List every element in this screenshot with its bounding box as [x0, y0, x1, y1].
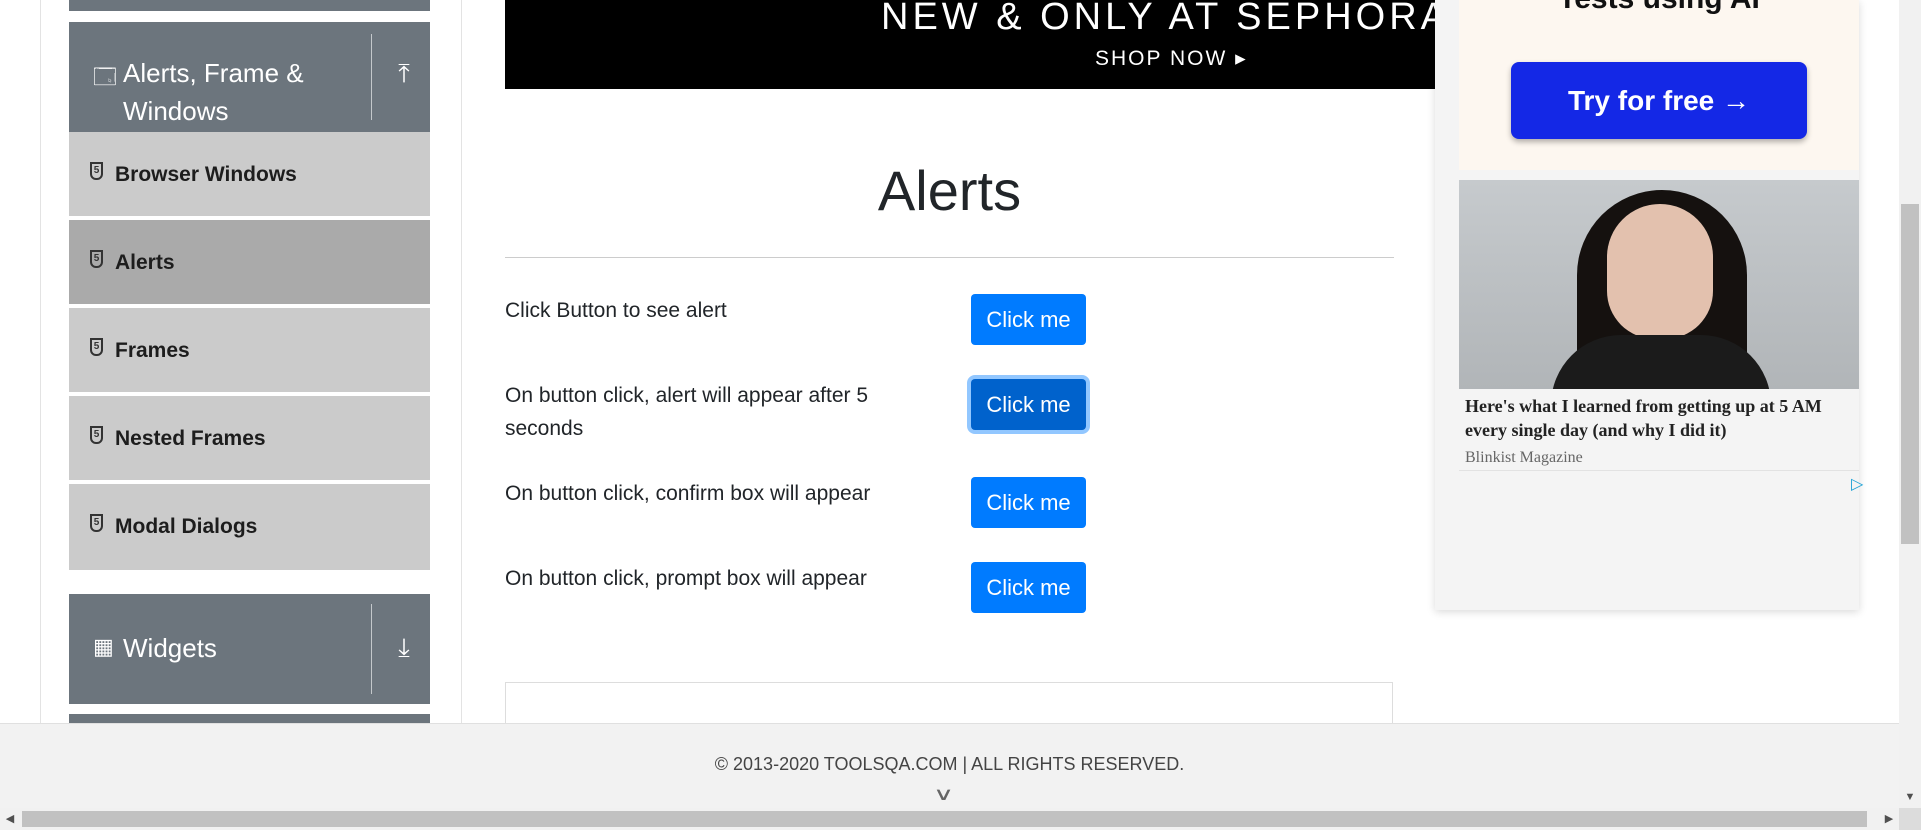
- group-label-line1: Alerts, Frame &: [123, 58, 304, 88]
- ad-source: Blinkist Magazine: [1465, 449, 1583, 466]
- ad-headline-link[interactable]: Here's what I learned from getting up at…: [1465, 394, 1850, 442]
- ad-top-panel: Tests using AI Try for free →: [1459, 0, 1859, 170]
- upload-arrow-icon[interactable]: ⤒: [384, 58, 424, 90]
- download-arrow-icon[interactable]: ⤓: [384, 632, 424, 664]
- portrait-face: [1607, 204, 1713, 339]
- html5-shield-icon: 5: [90, 162, 103, 180]
- page: 🗔 Alerts, Frame & Windows ⤒ 5 Browser Wi…: [0, 0, 1899, 723]
- vertical-scrollbar-thumb[interactable]: [1901, 204, 1919, 544]
- sidebar-item-label: Modal Dialogs: [115, 515, 258, 538]
- group-widgets[interactable]: ▦ Widgets ⤓: [69, 594, 430, 704]
- scroll-right-arrow-icon[interactable]: ▶: [1879, 808, 1899, 830]
- scroll-down-arrow-icon[interactable]: ▼: [1899, 786, 1921, 808]
- alert-button[interactable]: Click me: [971, 294, 1086, 345]
- group-label: Widgets: [123, 633, 217, 663]
- ad-heading: Tests using AI: [1459, 0, 1859, 16]
- horizontal-scrollbar-thumb[interactable]: [22, 811, 1867, 827]
- title-divider: [505, 257, 1394, 258]
- widgets-icon: ▦: [93, 634, 114, 659]
- footer-copyright: © 2013-2020 TOOLSQA.COM | ALL RIGHTS RES…: [714, 754, 1185, 774]
- scrollbar-corner: [1899, 808, 1921, 830]
- sidebar-item-browser-windows[interactable]: 5 Browser Windows: [69, 132, 430, 218]
- alert-row-text: Click Button to see alert: [505, 299, 727, 322]
- banner-headline: NEW & ONLY AT SEPHORA: [881, 0, 1435, 38]
- content-box: [505, 682, 1393, 723]
- sephora-ad-banner[interactable]: NEW & ONLY AT SEPHORA SHOP NOW ▸: [505, 0, 1435, 89]
- page-title: Alerts: [877, 159, 1022, 222]
- left-border: [40, 0, 41, 723]
- group-alerts-frame-windows[interactable]: 🗔 Alerts, Frame & Windows ⤒: [69, 22, 430, 132]
- html5-shield-icon: 5: [90, 426, 103, 444]
- sidebar-item-label: Alerts: [115, 251, 175, 274]
- html5-shield-icon: 5: [90, 250, 103, 268]
- html5-shield-icon: 5: [90, 338, 103, 356]
- try-for-free-button[interactable]: Try for free →: [1511, 62, 1807, 139]
- chevron-down-icon[interactable]: ∨: [933, 784, 954, 805]
- sidebar-item-label: Nested Frames: [115, 427, 266, 450]
- timer-alert-row-text: On button click, alert will appear after…: [505, 384, 869, 440]
- prompt-row-text: On button click, prompt box will appear: [505, 567, 867, 590]
- next-group-header[interactable]: [69, 714, 430, 723]
- sidebar-border: [461, 0, 462, 723]
- confirm-row-text: On button click, confirm box will appear: [505, 482, 871, 505]
- adchoices-icon[interactable]: ▷: [1851, 474, 1863, 494]
- ad-divider: [1459, 470, 1859, 471]
- scroll-left-arrow-icon[interactable]: ◀: [0, 808, 20, 830]
- sidebar-item-nested-frames[interactable]: 5 Nested Frames: [69, 396, 430, 482]
- ad-photo[interactable]: [1459, 180, 1859, 389]
- banner-shop-now: SHOP NOW ▸: [1095, 47, 1248, 70]
- window-icon: 🗔: [93, 64, 117, 89]
- sidebar-item-alerts[interactable]: 5 Alerts: [69, 220, 430, 306]
- prompt-button[interactable]: Click me: [971, 562, 1086, 613]
- confirm-button[interactable]: Click me: [971, 477, 1086, 528]
- side-ad[interactable]: Tests using AI Try for free → Here's wha…: [1435, 0, 1859, 610]
- previous-group-header[interactable]: [69, 0, 430, 11]
- sidebar-item-label: Browser Windows: [115, 163, 297, 186]
- sidebar-item-frames[interactable]: 5 Frames: [69, 308, 430, 394]
- timer-alert-button[interactable]: Click me: [971, 379, 1086, 430]
- group-label-line2: Windows: [123, 96, 229, 126]
- sidebar-item-modal-dialogs[interactable]: 5 Modal Dialogs: [69, 484, 430, 570]
- footer: © 2013-2020 TOOLSQA.COM | ALL RIGHTS RES…: [0, 723, 1899, 809]
- html5-shield-icon: 5: [90, 514, 103, 532]
- group-divider: [371, 604, 372, 694]
- sidebar-item-label: Frames: [115, 339, 190, 362]
- group-divider: [371, 34, 372, 120]
